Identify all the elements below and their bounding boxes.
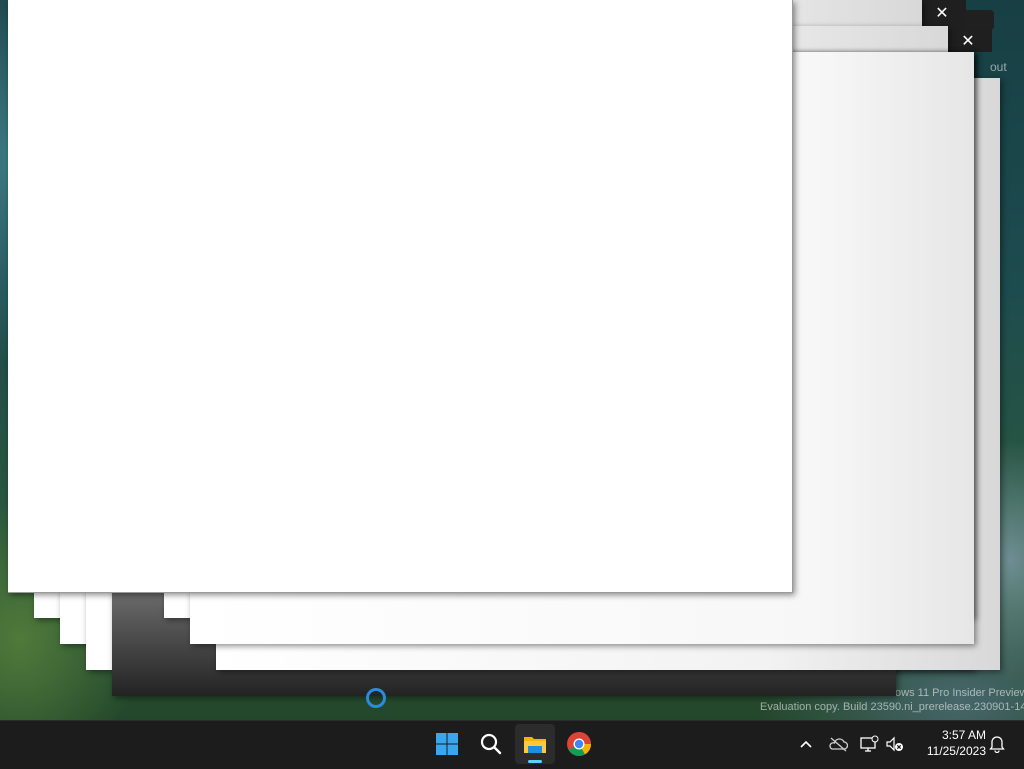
file-explorer-icon[interactable] xyxy=(515,724,555,764)
loading-spinner-icon xyxy=(366,688,386,708)
clock-date: 11/25/2023 xyxy=(926,744,986,758)
bell-icon[interactable] xyxy=(986,732,1008,756)
desktop-corner-text: out xyxy=(990,60,1007,74)
clock-time: 3:57 AM xyxy=(941,728,986,742)
active-app-indicator xyxy=(528,760,542,763)
onedrive-offline-icon[interactable] xyxy=(827,732,849,756)
background-window-titlebar[interactable]: ✕ xyxy=(920,0,966,26)
clock[interactable]: 3:57 AM 11/25/2023 xyxy=(912,727,986,759)
volume-muted-icon[interactable] xyxy=(884,732,906,756)
desktop-watermark-line2: Evaluation copy. Build 23590.ni_prerelea… xyxy=(760,701,1024,713)
background-window-titlebar-edge xyxy=(964,10,994,30)
network-disconnected-icon[interactable] xyxy=(858,732,880,756)
chevron-up-icon[interactable] xyxy=(795,732,817,756)
close-icon[interactable]: ✕ xyxy=(920,0,964,26)
chrome-icon[interactable] xyxy=(559,724,599,764)
close-icon[interactable]: ✕ xyxy=(946,28,990,54)
foreground-blank-window[interactable] xyxy=(8,0,793,593)
search-icon[interactable] xyxy=(471,724,511,764)
windows-start-icon[interactable] xyxy=(427,724,467,764)
